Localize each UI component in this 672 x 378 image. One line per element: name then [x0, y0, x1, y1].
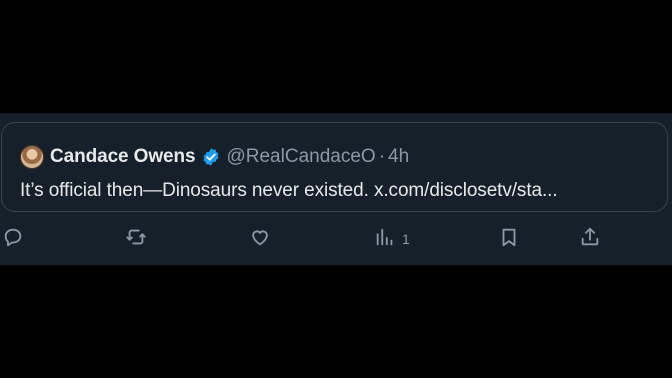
screen: Candace Owens @RealCandaceO · 4h It’s of…	[0, 0, 672, 378]
retweet-icon	[125, 226, 147, 253]
tweet-panel: Candace Owens @RealCandaceO · 4h It’s of…	[0, 113, 672, 265]
display-name[interactable]: Candace Owens	[50, 146, 196, 168]
share-icon	[579, 226, 601, 253]
quoted-tweet-text: It’s official then—Dinosaurs never exist…	[20, 180, 558, 201]
timestamp[interactable]: 4h	[388, 146, 409, 168]
handle[interactable]: @RealCandaceO	[226, 146, 375, 168]
quoted-tweet-card[interactable]: Candace Owens @RealCandaceO · 4h It’s of…	[1, 122, 668, 212]
views-button[interactable]: 1	[374, 226, 410, 252]
reply-button[interactable]	[2, 226, 24, 252]
retweet-button[interactable]	[125, 226, 147, 252]
share-button[interactable]	[579, 226, 601, 252]
reply-icon	[2, 226, 24, 253]
bookmark-icon	[498, 226, 520, 253]
bookmark-button[interactable]	[498, 226, 520, 252]
action-bar: 1	[0, 226, 672, 252]
verified-badge-icon	[201, 147, 221, 167]
separator-dot: ·	[378, 146, 386, 167]
views-icon	[374, 226, 396, 253]
views-count: 1	[402, 231, 410, 247]
avatar[interactable]	[20, 145, 44, 169]
like-icon	[249, 226, 271, 253]
like-button[interactable]	[249, 226, 271, 252]
quoted-tweet-header: Candace Owens @RealCandaceO · 4h	[20, 143, 409, 171]
